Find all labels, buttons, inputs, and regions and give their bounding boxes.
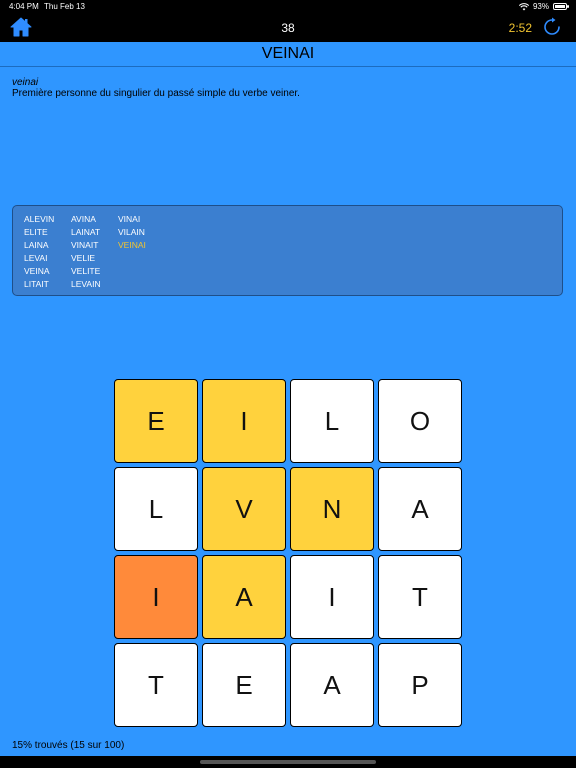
letter-tile[interactable]: I bbox=[114, 555, 198, 639]
found-word[interactable]: ELITE bbox=[24, 226, 54, 239]
found-word[interactable]: VELITE bbox=[71, 265, 101, 278]
timer: 2:52 bbox=[508, 21, 532, 35]
letter-tile[interactable]: P bbox=[378, 643, 462, 727]
letter-tile[interactable]: E bbox=[202, 643, 286, 727]
letter-tile[interactable]: I bbox=[202, 379, 286, 463]
word-column: AVINA LAINAT VINAIT VELIE VELITE LEVAIN bbox=[71, 213, 101, 291]
found-word[interactable]: LEVAI bbox=[24, 252, 54, 265]
found-word[interactable]: LAINA bbox=[24, 239, 54, 252]
letter-tile[interactable]: T bbox=[378, 555, 462, 639]
letter-tile[interactable]: L bbox=[114, 467, 198, 551]
found-word[interactable]: VELIE bbox=[71, 252, 101, 265]
definition-word: veinai bbox=[12, 77, 39, 88]
wifi-icon bbox=[518, 2, 529, 10]
found-word[interactable]: LAINAT bbox=[71, 226, 101, 239]
letter-tile[interactable]: A bbox=[202, 555, 286, 639]
status-time: 4:04 PM bbox=[9, 2, 39, 11]
letter-tile[interactable]: O bbox=[378, 379, 462, 463]
letter-tile[interactable]: N bbox=[290, 467, 374, 551]
found-word[interactable]: VEINA bbox=[24, 265, 54, 278]
letter-tile[interactable]: A bbox=[378, 467, 462, 551]
home-indicator[interactable] bbox=[200, 760, 376, 764]
status-right: 93% bbox=[518, 2, 569, 11]
word-column: ALEVIN ELITE LAINA LEVAI VEINA LITAIT bbox=[24, 213, 54, 291]
letter-tile[interactable]: L bbox=[290, 379, 374, 463]
letter-grid: E I L O L V N A I A I T T E A P bbox=[114, 379, 462, 727]
battery-icon bbox=[553, 3, 569, 10]
word-column: VINAI VILAIN VEINAI bbox=[118, 213, 146, 252]
refresh-button[interactable] bbox=[542, 17, 562, 37]
letter-tile[interactable]: E bbox=[114, 379, 198, 463]
found-word[interactable]: LEVAIN bbox=[71, 278, 101, 291]
word-count: 38 bbox=[281, 21, 295, 35]
battery-percent: 93% bbox=[532, 2, 549, 11]
status-date: Thu Feb 13 bbox=[44, 2, 85, 11]
refresh-icon bbox=[544, 17, 560, 35]
letter-tile[interactable]: T bbox=[114, 643, 198, 727]
letter-tile[interactable]: I bbox=[290, 555, 374, 639]
letter-tile[interactable]: V bbox=[202, 467, 286, 551]
top-bar: 4:04 PM Thu Feb 13 93% 38 2:52 bbox=[0, 0, 576, 42]
current-word-title: VEINAI bbox=[0, 42, 576, 67]
found-word[interactable]: VILAIN bbox=[118, 226, 146, 239]
progress-text: 15% trouvés (15 sur 100) bbox=[12, 740, 125, 751]
found-word[interactable]: VINAI bbox=[118, 213, 146, 226]
definition-text: Première personne du singulier du passé … bbox=[12, 88, 300, 99]
found-words-panel: ALEVIN ELITE LAINA LEVAI VEINA LITAIT AV… bbox=[12, 205, 563, 296]
found-word[interactable]: AVINA bbox=[71, 213, 101, 226]
letter-tile[interactable]: A bbox=[290, 643, 374, 727]
found-word-highlighted[interactable]: VEINAI bbox=[118, 239, 146, 252]
found-word[interactable]: VINAIT bbox=[71, 239, 101, 252]
found-word[interactable]: LITAIT bbox=[24, 278, 54, 291]
found-word[interactable]: ALEVIN bbox=[24, 213, 54, 226]
